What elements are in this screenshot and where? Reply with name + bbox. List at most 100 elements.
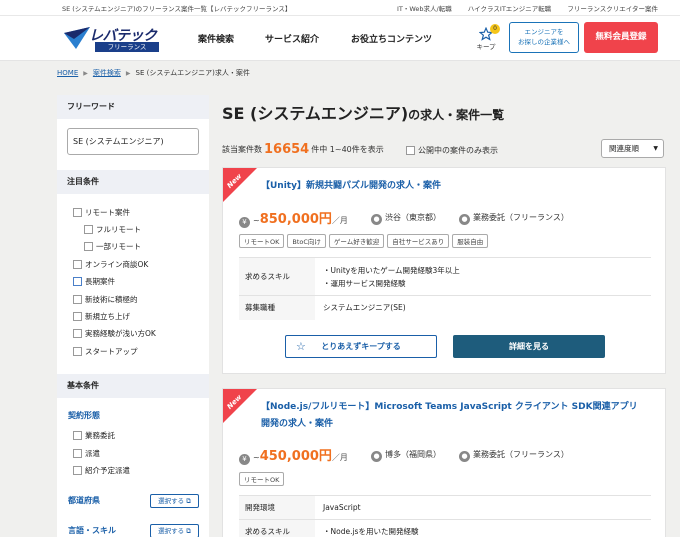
checkbox[interactable]	[73, 329, 82, 338]
for-companies-line2: お探しの企業様へ	[518, 38, 570, 46]
public-only-filter[interactable]: 公開中の案件のみ表示	[406, 145, 498, 156]
filter-junior-ok[interactable]: 実務経験が浅い方OK	[73, 328, 156, 339]
free-register-button[interactable]: 無料会員登録	[584, 22, 658, 53]
view-detail-button[interactable]: 詳細を見る	[453, 335, 605, 358]
sort-select[interactable]: 関連度順 ▼	[601, 139, 664, 158]
checkbox[interactable]	[73, 466, 82, 475]
skill-select-button[interactable]: 選択する ⧉	[150, 524, 199, 537]
wage-unit: ／月	[331, 453, 348, 462]
checkbox[interactable]	[73, 277, 82, 286]
table-row: 求めるスキル ・Node.jsを用いた開発経験	[239, 519, 651, 537]
filter-temp-to-perm[interactable]: 紹介予定派遣	[73, 465, 130, 476]
tag: リモートOK	[239, 472, 285, 486]
filter-startup[interactable]: スタートアップ	[73, 346, 138, 357]
contract-text: 業務委託（フリーランス）	[473, 450, 569, 459]
filter-label: 紹介予定派遣	[85, 466, 130, 475]
job-card: New 【Node.js/フルリモート】Microsoft Teams Java…	[222, 388, 666, 537]
job-contract: ● 業務委託（フリーランス）	[459, 212, 569, 225]
checkbox[interactable]	[84, 242, 93, 251]
contract-heading: 契約形態	[68, 411, 100, 420]
filter-label: 派遣	[85, 449, 100, 458]
breadcrumb-current: SE (システムエンジニア)求人・案件	[135, 69, 250, 77]
top-utility-bar: SE (システムエンジニア)のフリーランス案件一覧【レバテックフリーランス】 I…	[0, 0, 680, 16]
checkbox[interactable]	[73, 449, 82, 458]
checkbox[interactable]	[84, 225, 93, 234]
public-only-label: 公開中の案件のみ表示	[418, 146, 498, 155]
caret-down-icon: ▼	[653, 145, 658, 152]
filter-label: リモート案件	[85, 208, 130, 217]
for-companies-button[interactable]: エンジニアを お探しの企業様へ	[509, 22, 579, 53]
chevron-right-icon: ▶	[125, 70, 131, 77]
person-icon: ●	[459, 214, 470, 225]
keep-job-button[interactable]: ☆ とりあえずキープする	[285, 335, 437, 358]
keep-label: キープ	[476, 43, 496, 51]
filter-long-term[interactable]: 長期案件	[73, 276, 115, 287]
chevron-right-icon: ▶	[83, 70, 88, 77]
checkbox[interactable]	[73, 208, 82, 217]
breadcrumb-home[interactable]: HOME	[57, 69, 78, 77]
contract-text: 業務委託（フリーランス）	[473, 213, 569, 222]
filter-label: 業務委託	[85, 431, 115, 440]
sort-value: 関連度順	[609, 144, 639, 153]
filter-new-launch[interactable]: 新規立ち上げ	[73, 311, 130, 322]
breadcrumb: HOME ▶ 案件検索 ▶ SE (システムエンジニア)求人・案件	[57, 68, 250, 78]
nav-service-intro[interactable]: サービス紹介	[265, 32, 319, 45]
filter-online-meeting[interactable]: オンライン商談OK	[73, 259, 148, 270]
keep-button[interactable]: 0 キープ	[474, 24, 500, 51]
checkbox[interactable]	[73, 260, 82, 269]
filter-remote[interactable]: リモート案件	[73, 207, 130, 218]
row-key: 求めるスキル	[239, 519, 315, 537]
job-title[interactable]: 【Node.js/フルリモート】Microsoft Teams JavaScri…	[261, 399, 641, 433]
filter-partial-remote[interactable]: 一部リモート	[84, 241, 141, 252]
page-title: SE (システムエンジニア)の求人・案件一覧	[222, 100, 504, 124]
checkbox[interactable]	[73, 312, 82, 321]
attention-heading: 注目条件	[57, 170, 209, 194]
filter-new-tech[interactable]: 新技術に積極的	[73, 294, 138, 305]
row-key: 開発環境	[239, 495, 315, 520]
prefecture-heading: 都道府県	[68, 496, 100, 505]
job-title[interactable]: 【Unity】新規共闘パズル開発の求人・案件	[261, 178, 651, 195]
location-pin-icon: ●	[371, 214, 382, 225]
select-label: 選択する	[158, 527, 185, 535]
site-logo[interactable]: レバテック フリーランス	[64, 23, 176, 55]
checkbox[interactable]	[406, 146, 415, 155]
job-detail-table: 開発環境 JavaScript 求めるスキル ・Node.jsを用いた開発経験	[239, 495, 651, 537]
link-highclass-jobs[interactable]: ハイクラスITエンジニア転職	[468, 5, 552, 13]
table-row: 開発環境 JavaScript	[239, 495, 651, 520]
wage-prefix: ~	[253, 453, 260, 462]
page-title-main: SE (システムエンジニア)	[222, 104, 409, 123]
table-row: 求めるスキル ・Unityを用いたゲーム開発経験3年以上 ・運用サービス開発経験	[239, 257, 651, 296]
filter-dispatch[interactable]: 派遣	[73, 448, 100, 459]
freeword-input[interactable]: SE (システムエンジニア)	[67, 128, 199, 155]
checkbox[interactable]	[73, 295, 82, 304]
checkbox[interactable]	[73, 431, 82, 440]
logo-sub: フリーランス	[95, 42, 159, 52]
tag: リモートOK	[239, 234, 285, 248]
job-location: ● 博多（福岡県）	[371, 449, 441, 462]
nav-useful-content[interactable]: お役立ちコンテンツ	[351, 32, 432, 45]
prefecture-select-button[interactable]: 選択する ⧉	[150, 494, 199, 508]
nav-job-search[interactable]: 案件検索	[198, 32, 234, 45]
skill-heading: 言語・スキル	[68, 526, 116, 535]
filter-full-remote[interactable]: フルリモート	[84, 224, 141, 235]
tag: BtoC向け	[287, 234, 326, 248]
breadcrumb-search[interactable]: 案件検索	[93, 69, 121, 77]
checkbox[interactable]	[73, 347, 82, 356]
count-prefix: 該当案件数	[222, 145, 262, 154]
job-location: ● 渋谷（東京都）	[371, 212, 441, 225]
wage-value: 450,000円	[259, 449, 332, 464]
keep-job-label: とりあえずキープする	[321, 342, 401, 351]
tag: 服装自由	[452, 234, 489, 248]
wage-value: 850,000円	[259, 212, 332, 227]
link-creator-jobs[interactable]: フリーランスクリエイター案件	[567, 5, 658, 13]
count-value: 16654	[264, 142, 310, 157]
job-contract: ● 業務委託（フリーランス）	[459, 449, 569, 462]
star-icon: ☆	[296, 340, 306, 353]
for-companies-line1: エンジニアを	[524, 28, 564, 36]
filter-contract[interactable]: 業務委託	[73, 430, 115, 441]
filter-label: スタートアップ	[85, 347, 138, 356]
yen-icon: ¥	[239, 454, 250, 465]
person-icon: ●	[459, 451, 470, 462]
link-it-web-jobs[interactable]: IT・Web求人/転職	[397, 5, 452, 13]
filter-label: オンライン商談OK	[85, 260, 149, 269]
